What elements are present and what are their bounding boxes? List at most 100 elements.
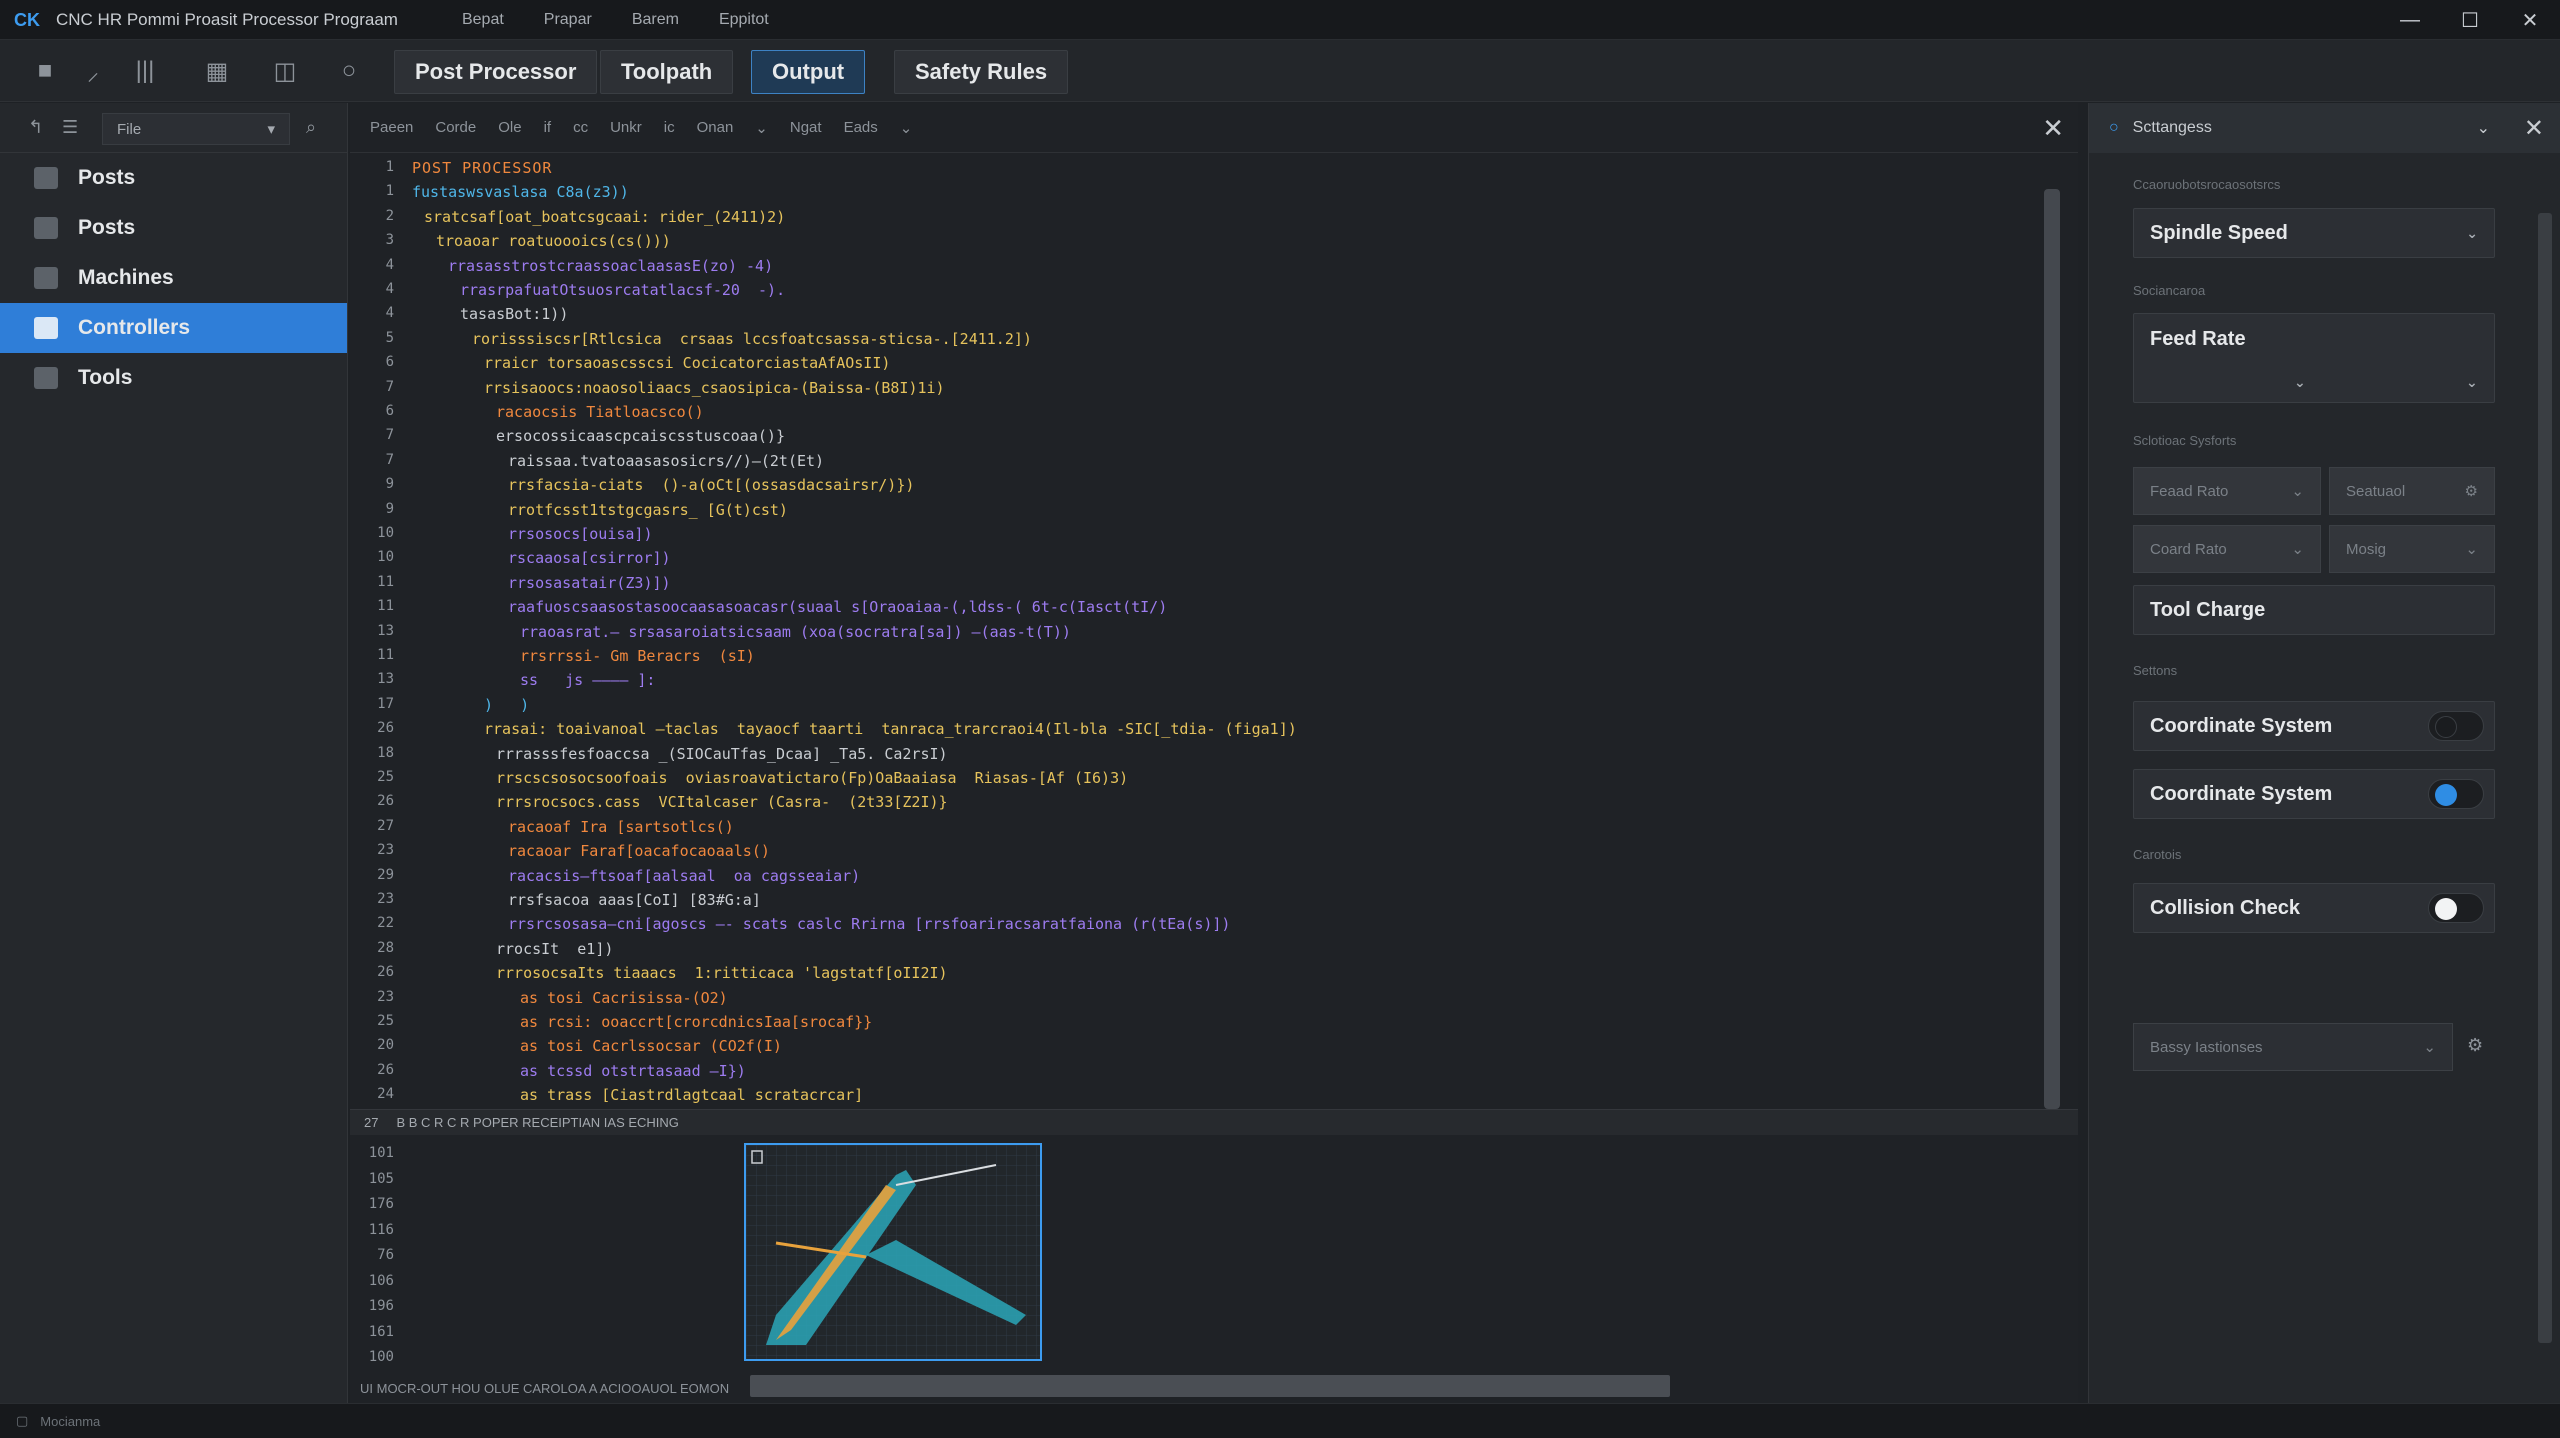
code-area[interactable]: POST PROCESSOR fustaswsvaslasa C8a(z3)) sr…: [412, 153, 2052, 1213]
minimize-button[interactable]: —: [2380, 0, 2440, 40]
sidebar-item-label: Tools: [78, 366, 133, 389]
spindle-speed-select[interactable]: Spindle Speed ⌄: [2133, 208, 2495, 258]
coordinate-system-row-2: Coordinate System: [2133, 769, 2495, 819]
tool-change-field[interactable]: Tool Charge: [2133, 585, 2495, 635]
chevron-down-icon: ⌄: [2291, 483, 2304, 500]
code-line: rrasasstrostcraassoaclaasasE(zo) -4): [448, 256, 774, 275]
code-line: rrsfacsia-ciats ()-a(oCt[(ossasdacsairsr…: [508, 476, 915, 495]
section-label: Settons: [2133, 663, 2178, 678]
editor-tool[interactable]: Eads: [844, 119, 878, 136]
editor-tool[interactable]: if: [544, 119, 552, 136]
feed-rate-group[interactable]: Feed Rate ⌄ ⌄: [2133, 313, 2495, 403]
tools-icon: [34, 367, 58, 389]
close-icon[interactable]: ✕: [2524, 114, 2544, 143]
vertical-scrollbar[interactable]: [2044, 189, 2060, 1109]
machines-icon: [34, 267, 58, 289]
code-line: as tosi Cacrlssocsar (CO2f(I): [520, 1037, 782, 1056]
tab-output[interactable]: Output: [751, 50, 866, 94]
main-toolbar: ■ ⸝ ||| ▦ ◫ ○ Post Processor Toolpath Ou…: [0, 40, 2560, 102]
machine-icon[interactable]: ▦: [202, 56, 232, 86]
posts-icon: [34, 167, 58, 189]
chevron-down-icon[interactable]: ⌄: [900, 119, 913, 137]
editor-tool[interactable]: Ole: [498, 119, 521, 136]
menu-item-bepat[interactable]: Bepat: [462, 11, 504, 29]
line-number: 6: [385, 403, 394, 419]
coard-rate-select[interactable]: Coard Rato ⌄: [2133, 525, 2321, 573]
line-number: 76: [377, 1247, 394, 1263]
small-select-label: Feaad Rato: [2150, 482, 2229, 500]
line-number: 1: [385, 183, 394, 200]
chevron-down-icon[interactable]: ⌄: [2477, 118, 2490, 138]
coordinate-system-toggle-2[interactable]: [2428, 779, 2484, 809]
settings-icon[interactable]: ⚙: [2467, 1035, 2483, 1056]
code-line: rraoasrat.— srsasaroiatsicsaam (xoa(socr…: [520, 622, 1071, 641]
editor-tool[interactable]: Onan: [697, 119, 734, 136]
editor-tool[interactable]: ic: [664, 119, 675, 136]
code-line: troaoar roatuoooics(cs())): [436, 232, 671, 251]
shield-icon[interactable]: ◫: [270, 56, 300, 86]
editor-tool[interactable]: Paeen: [370, 119, 413, 136]
feed-rate-label: Feed Rate: [2150, 328, 2246, 350]
bottom-select[interactable]: Bassy Iastionses ⌄: [2133, 1023, 2453, 1071]
line-number: 18: [377, 744, 394, 761]
line-number: 4: [385, 256, 394, 273]
menu-item-eppitot[interactable]: Eppitot: [719, 11, 769, 29]
code-line: rrsisaoocs:noaosoliaacs_csaosipica-(Bais…: [484, 378, 945, 397]
coordinate-system-toggle-1[interactable]: [2428, 711, 2484, 741]
probe-icon[interactable]: ⸝: [78, 56, 108, 86]
seatuaol-field[interactable]: Seatuaol ⚙: [2329, 467, 2495, 515]
code-line: rrocsIt e1]): [496, 939, 614, 958]
chevron-down-icon[interactable]: ⌄: [2294, 374, 2306, 391]
maximize-button[interactable]: ☐: [2440, 0, 2500, 40]
editor-tool[interactable]: Corde: [435, 119, 476, 136]
sidebar-toolbar: ↰ ☰ File ▾ ⌕: [0, 103, 347, 153]
tab-toolpath[interactable]: Toolpath: [600, 50, 734, 94]
line-number: 5: [385, 329, 394, 346]
close-icon[interactable]: ✕: [2042, 113, 2064, 144]
search-icon[interactable]: ⌕: [306, 117, 316, 138]
sidebar-item-label: Posts: [78, 166, 136, 189]
collision-check-toggle[interactable]: [2428, 893, 2484, 923]
menu-item-prapar[interactable]: Prapar: [544, 11, 592, 29]
code-line: rrsosocs[ouisa]): [508, 525, 653, 543]
list-icon[interactable]: ☰: [62, 117, 78, 138]
line-number: 2: [385, 207, 394, 224]
tab-safety-rules[interactable]: Safety Rules: [894, 50, 1069, 94]
feed-rate-small-select[interactable]: Feaad Rato ⌄: [2133, 467, 2321, 515]
code-line: rrotfcsst1tstgcgasrs_ [G(t)cst): [508, 500, 788, 519]
app-title: CNC HR Pommi Proasit Processor Prograam: [56, 9, 398, 29]
line-number: 24: [377, 1086, 394, 1103]
menu-item-barem[interactable]: Barem: [632, 11, 679, 29]
close-window-button[interactable]: ✕: [2500, 0, 2560, 40]
back-icon[interactable]: ↰: [28, 117, 43, 138]
stop-icon[interactable]: ■: [30, 56, 60, 86]
toolpath-preview[interactable]: [744, 1143, 1042, 1361]
mosig-select[interactable]: Mosig ⌄: [2329, 525, 2495, 573]
columns-icon[interactable]: |||: [130, 56, 160, 86]
editor-tool[interactable]: Ngat: [790, 119, 822, 136]
line-number: 17: [377, 695, 394, 712]
circle-icon[interactable]: ○: [334, 56, 364, 86]
settings-scrollbar[interactable]: [2538, 213, 2552, 1343]
toolpath-preview-graphic: [746, 1145, 1040, 1359]
editor-tool[interactable]: Unkr: [610, 119, 642, 136]
file-select[interactable]: File ▾: [102, 113, 290, 145]
tab-post-processor[interactable]: Post Processor: [394, 50, 598, 94]
line-number: 22: [377, 915, 394, 932]
sidebar-item-posts-2[interactable]: Posts: [0, 203, 347, 253]
small-field-label: Seatuaol: [2346, 482, 2406, 500]
chevron-down-icon[interactable]: ⌄: [2466, 374, 2478, 391]
editor-tool[interactable]: cc: [573, 119, 588, 136]
sidebar-item-controllers[interactable]: Controllers: [0, 303, 347, 353]
line-number: 10: [377, 525, 394, 541]
line-number: 4: [385, 281, 394, 297]
line-number: 26: [377, 793, 394, 810]
code-line: rorisssiscsr[Rtlcsica crsaas lccsfoatcsa…: [472, 329, 1032, 348]
sidebar-item-tools[interactable]: Tools: [0, 353, 347, 403]
sidebar-item-posts[interactable]: Posts: [0, 153, 347, 203]
chevron-down-icon[interactable]: ⌄: [755, 119, 768, 137]
status-line-number: 27: [364, 1115, 379, 1130]
sidebar-item-machines[interactable]: Machines: [0, 253, 347, 303]
settings-panel-header: ○ Scttangess ⌄ ✕: [2089, 103, 2560, 153]
line-number: 20: [377, 1037, 394, 1054]
